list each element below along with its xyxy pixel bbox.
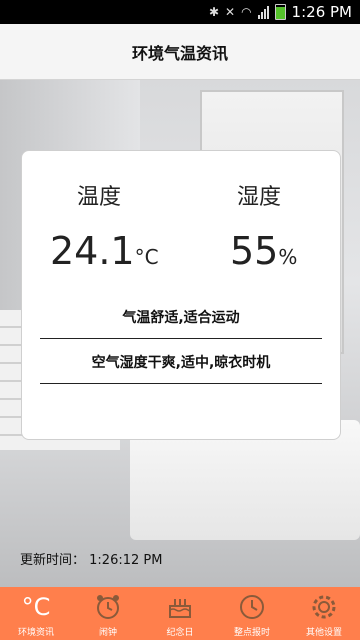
tab-anniversary[interactable]: 纪念日 xyxy=(144,587,216,640)
status-time: 1:26 PM xyxy=(291,3,352,21)
divider xyxy=(40,383,322,384)
temperature-value-group: 24.1°C xyxy=(50,229,159,273)
wifi-icon: ◠ xyxy=(241,5,252,19)
tab-label: 其他设置 xyxy=(305,628,342,638)
alarm-clock-icon xyxy=(92,591,124,623)
bottom-tab-bar: °C 环境资讯 闹钟 纪念日 整点报时 其他设置 xyxy=(0,587,360,640)
humidity-label: 湿度 xyxy=(237,185,282,210)
temperature-comment: 气温舒适,适合运动 xyxy=(122,310,240,326)
humidity-value-group: 55% xyxy=(230,229,297,273)
bluetooth-icon: ✱ xyxy=(208,5,219,19)
tab-label: 环境资讯 xyxy=(17,628,54,638)
temperature-label: 温度 xyxy=(77,185,122,210)
mute-icon: ✕ xyxy=(225,5,236,19)
tab-label: 闹钟 xyxy=(98,628,117,638)
temperature-unit: °C xyxy=(134,245,159,269)
divider xyxy=(40,338,322,339)
cake-icon xyxy=(164,591,196,623)
humidity-unit: % xyxy=(278,245,298,269)
gear-icon xyxy=(308,591,340,623)
update-label: 更新时间： xyxy=(20,553,86,568)
temperature-value: 24.1 xyxy=(50,229,135,273)
tab-settings[interactable]: 其他设置 xyxy=(288,587,360,640)
page-title: 环境气温资讯 xyxy=(131,43,228,63)
tab-environment[interactable]: °C 环境资讯 xyxy=(0,587,72,640)
tab-label: 纪念日 xyxy=(166,628,194,638)
status-bar: ✱ ✕ ◠ 1:26 PM xyxy=(0,0,360,24)
tab-label: 整点报时 xyxy=(233,628,270,638)
battery-icon xyxy=(274,4,286,20)
signal-icon xyxy=(257,5,269,19)
tab-hourly-chime[interactable]: 整点报时 xyxy=(216,587,288,640)
humidity-comment: 空气湿度干爽,适中,晾衣时机 xyxy=(91,355,271,371)
clock-icon xyxy=(236,591,268,623)
climate-card: 温度 湿度 24.1°C 55% 气温舒适,适合运动 空气湿度干爽,适中,晾衣时… xyxy=(21,150,341,440)
app-header: 环境气温资讯 xyxy=(0,24,360,80)
humidity-value: 55 xyxy=(230,229,279,273)
celsius-symbol: °C xyxy=(21,593,51,621)
update-time-value: 1:26:12 PM xyxy=(89,553,163,568)
update-time: 更新时间： 1:26:12 PM xyxy=(20,549,162,568)
tab-alarm[interactable]: 闹钟 xyxy=(72,587,144,640)
celsius-icon: °C xyxy=(20,591,52,623)
